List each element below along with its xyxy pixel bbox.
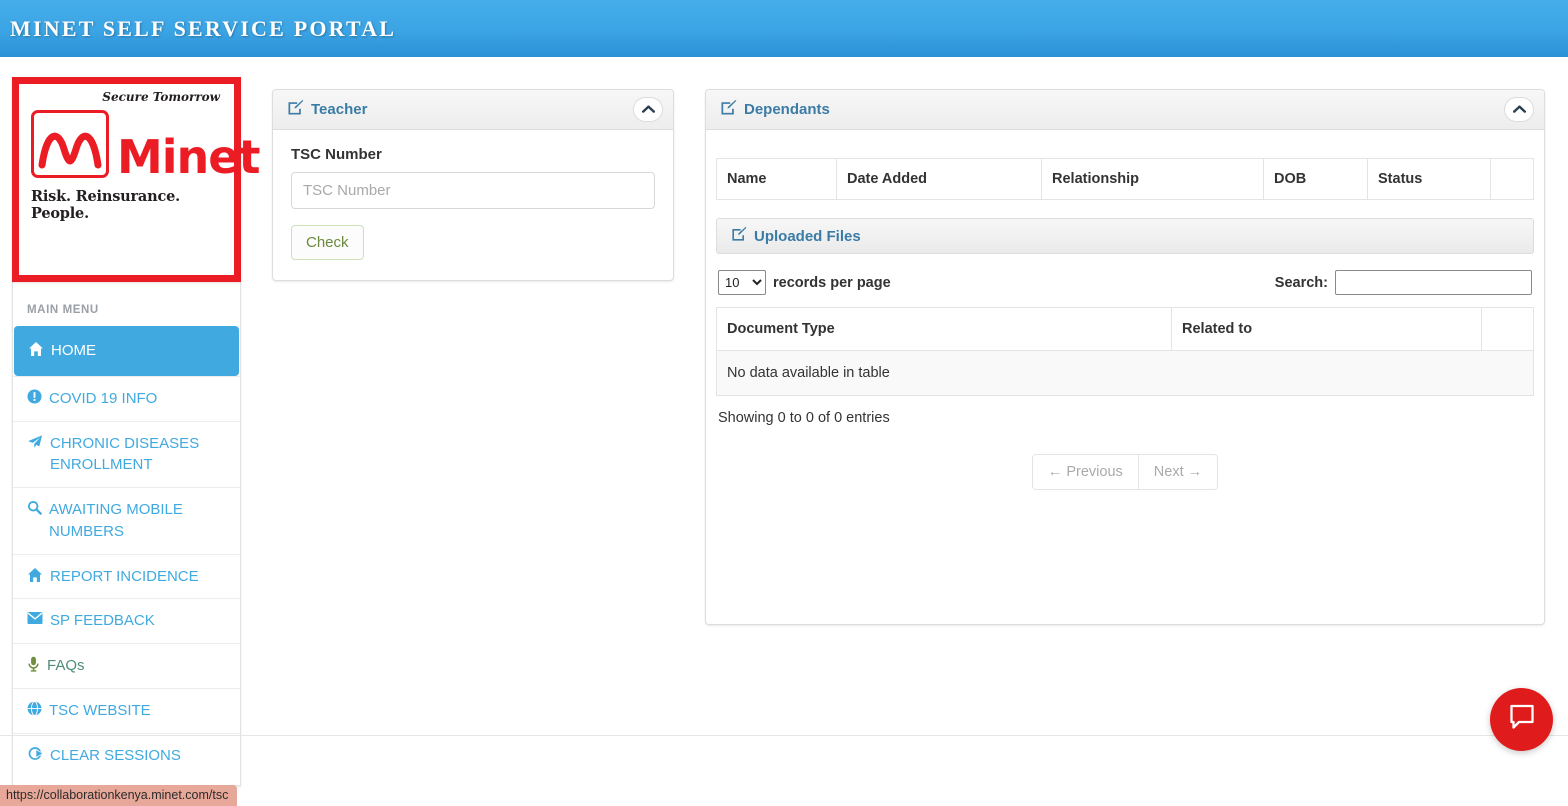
uploaded-files-table: Document Type Related to No data availab… [716, 307, 1534, 396]
column-header-status[interactable]: Status [1367, 158, 1491, 200]
sidebar-item-label: SP FEEDBACK [50, 612, 155, 630]
sign-out-icon [27, 746, 43, 761]
next-page-button[interactable]: Next → [1138, 454, 1219, 490]
sidebar-item-clear-sessions[interactable]: CLEAR SESSIONS [13, 732, 240, 778]
brand-wordmark: Minet [117, 129, 260, 184]
sidebar-item-label: TSC WEBSITE [49, 701, 151, 719]
chat-button[interactable] [1490, 688, 1553, 751]
sidebar-item-covid-19-info[interactable]: COVID 19 INFO [13, 375, 240, 421]
records-per-page-control: 102550100 records per page [718, 270, 891, 295]
column-header-relationship[interactable]: Relationship [1041, 158, 1264, 200]
paper-plane-icon [27, 434, 43, 449]
pagination: ← Previous Next → [716, 426, 1534, 516]
chat-bubble-icon [1507, 703, 1537, 736]
home-icon [27, 567, 43, 583]
brand-tagline: Secure Tomorrow [102, 90, 220, 104]
sidebar-item-label: HOME [51, 342, 96, 359]
column-header-related-to[interactable]: Related to [1171, 307, 1482, 351]
search-label: Search: [1274, 274, 1328, 291]
sidebar-item-awaiting-mobile-numbers[interactable]: AWAITING MOBILE NUMBERS [13, 487, 240, 554]
main-menu: MAIN MENU HOME COVID 19 INFO CHRONIC DIS… [12, 282, 241, 787]
page-title: MINET SELF SERVICE PORTAL [10, 15, 397, 41]
search-icon [27, 500, 42, 515]
edit-square-icon [731, 226, 747, 247]
sidebar-item-label: COVID 19 INFO [49, 389, 158, 407]
chevron-up-icon [641, 101, 655, 119]
chevron-up-icon [1512, 101, 1526, 119]
table-row-empty: No data available in table [716, 350, 1534, 396]
dependants-panel: Dependants Name Date Added Relationship … [705, 89, 1545, 625]
datatable-controls: 102550100 records per page Search: [716, 254, 1534, 307]
menu-heading: MAIN MENU [27, 304, 99, 316]
sidebar-item-label: REPORT INCIDENCE [50, 567, 199, 585]
dependants-table: Name Date Added Relationship DOB Status [716, 158, 1534, 200]
sidebar: Minet Secure Tomorrow Risk. Reinsurance.… [12, 77, 260, 787]
sidebar-item-report-incidence[interactable]: REPORT INCIDENCE [13, 553, 240, 599]
tsc-number-input[interactable] [291, 172, 655, 209]
dependants-panel-header: Dependants [706, 90, 1544, 130]
column-header-date-added[interactable]: Date Added [836, 158, 1042, 200]
table-header-row: Document Type Related to [716, 307, 1534, 351]
brand-subline: Risk. Reinsurance. People. [31, 188, 180, 222]
sidebar-item-home[interactable]: HOME [14, 326, 239, 376]
records-per-page-select[interactable]: 102550100 [718, 270, 766, 295]
uploaded-files-header: Uploaded Files [716, 218, 1534, 254]
uploaded-files-section: Uploaded Files 102550100 records per pag… [716, 218, 1534, 516]
empty-message: No data available in table [716, 350, 1534, 396]
dependants-panel-body: Name Date Added Relationship DOB Status [706, 130, 1544, 516]
globe-icon [27, 700, 42, 716]
browser-status-url: https://collaborationkenya.minet.com/tsc [0, 785, 238, 806]
sidebar-item-label: CLEAR SESSIONS [50, 746, 181, 764]
teacher-panel-body: TSC Number Check [273, 130, 673, 280]
check-button[interactable]: Check [291, 225, 364, 260]
teacher-panel-collapse-button[interactable] [633, 97, 663, 122]
edit-square-icon [287, 99, 304, 121]
sidebar-item-label: FAQs [47, 657, 85, 674]
uploaded-files-table-body: No data available in table [716, 350, 1534, 396]
dependants-panel-title: Dependants [744, 101, 830, 118]
page-body: Minet Secure Tomorrow Risk. Reinsurance.… [0, 57, 1568, 787]
home-icon [28, 341, 44, 357]
sidebar-item-label: AWAITING MOBILE NUMBERS [49, 501, 183, 540]
column-header-document-type[interactable]: Document Type [716, 307, 1172, 351]
exclamation-circle-icon [27, 389, 42, 404]
teacher-panel-header: Teacher [273, 90, 673, 130]
dependants-panel-collapse-button[interactable] [1504, 97, 1534, 122]
search-input[interactable] [1335, 270, 1532, 295]
records-per-page-label: records per page [773, 274, 891, 291]
envelope-icon [27, 611, 43, 625]
table-header-row: Name Date Added Relationship DOB Status [716, 158, 1534, 200]
tsc-number-label: TSC Number [291, 146, 382, 163]
content-divider [0, 735, 1568, 736]
teacher-panel: Teacher TSC Number Check [272, 89, 674, 281]
sidebar-item-sp-feedback[interactable]: SP FEEDBACK [13, 598, 240, 643]
sidebar-item-faqs[interactable]: FAQs [13, 643, 240, 688]
column-header-actions [1481, 307, 1534, 351]
brand-logo: Minet Secure Tomorrow Risk. Reinsurance.… [12, 77, 260, 282]
datatable-info: Showing 0 to 0 of 0 entries [718, 410, 890, 426]
teacher-panel-title: Teacher [311, 101, 368, 118]
app-header: MINET SELF SERVICE PORTAL [0, 0, 1568, 57]
sidebar-item-tsc-website[interactable]: TSC WEBSITE [13, 687, 240, 733]
uploaded-files-title: Uploaded Files [754, 227, 861, 245]
microphone-icon [27, 656, 40, 672]
column-header-dob[interactable]: DOB [1263, 158, 1368, 200]
sidebar-item-label: CHRONIC DISEASES ENROLLMENT [50, 434, 200, 474]
previous-page-button[interactable]: ← Previous [1031, 454, 1139, 490]
sidebar-item-chronic-diseases-enrollment[interactable]: CHRONIC DISEASES ENROLLMENT [13, 420, 240, 487]
search-control: Search: [1275, 270, 1532, 295]
edit-square-icon [720, 99, 737, 121]
column-header-actions [1490, 158, 1534, 200]
column-header-name[interactable]: Name [716, 158, 837, 200]
minet-m-mark-icon [31, 110, 109, 178]
